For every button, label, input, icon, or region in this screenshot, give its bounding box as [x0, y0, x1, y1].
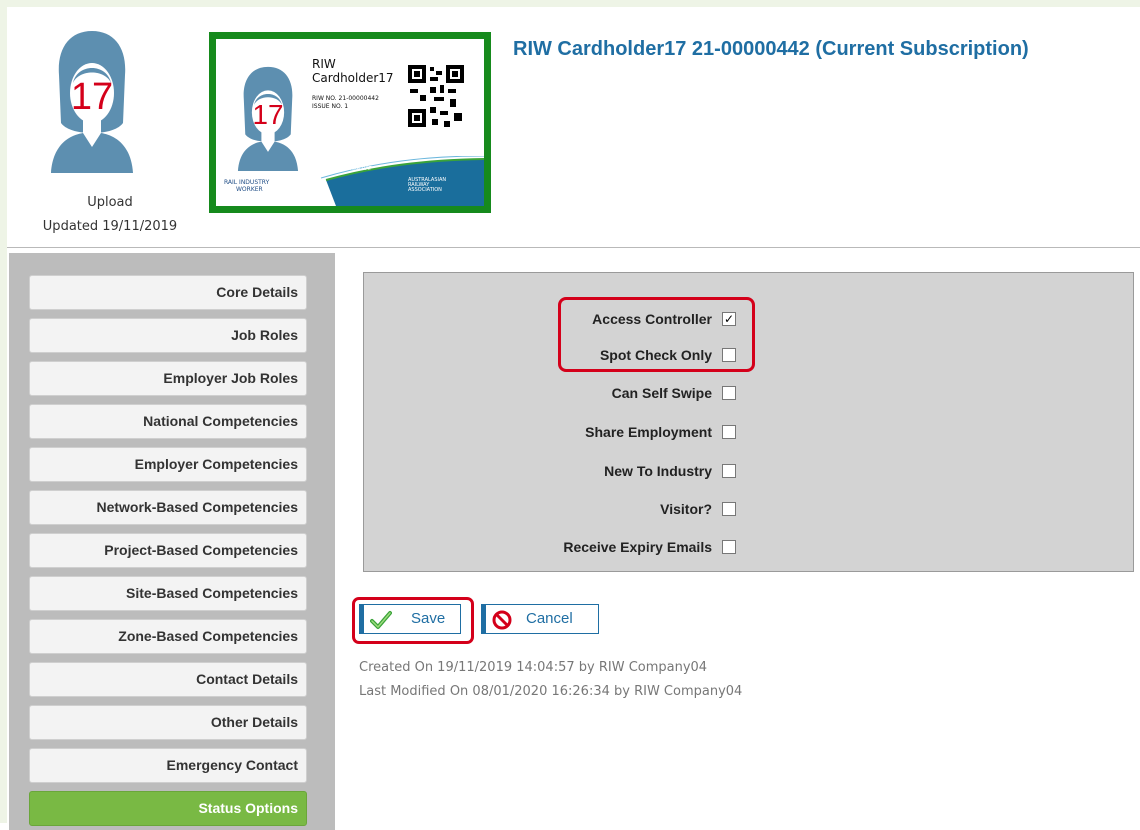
card-riw-no: RIW NO. 21-00000442 [312, 95, 379, 102]
avatar[interactable]: 17 [47, 23, 137, 173]
card-numbers: RIW NO. 21-00000442 ISSUE NO. 1 [312, 95, 379, 111]
cancel-icon [492, 610, 512, 630]
card-holder-name: RIW Cardholder17 [312, 57, 394, 85]
sidebar-item-other-details[interactable]: Other Details [29, 705, 307, 740]
sidebar-item-core-details[interactable]: Core Details [29, 275, 307, 310]
content-area: 17 Upload Updated 19/11/2019 17 RIW Card… [7, 7, 1140, 830]
visitor-checkbox[interactable] [722, 502, 736, 516]
ara-line3: ASSOCIATION [408, 187, 442, 193]
sidebar-item-status-options[interactable]: Status Options [29, 791, 307, 826]
sidebar-item-employer-competencies[interactable]: Employer Competencies [29, 447, 307, 482]
sidebar-nav: Core Details Job Roles Employer Job Role… [9, 253, 335, 830]
option-receive-expiry-emails: Receive Expiry Emails [364, 537, 736, 557]
sidebar-item-site-based-competencies[interactable]: Site-Based Competencies [29, 576, 307, 611]
card-ara-uat: ARA UAT [350, 166, 372, 172]
sidebar-item-employer-job-roles[interactable]: Employer Job Roles [29, 361, 307, 396]
option-share-employment: Share Employment [364, 422, 736, 442]
option-label: Access Controller [592, 311, 712, 327]
save-button-accent [360, 605, 364, 633]
rail-industry-worker-logo: RAIL INDUSTRY WORKER [224, 179, 269, 193]
option-spot-check-only: Spot Check Only [364, 345, 736, 365]
page-frame: 17 Upload Updated 19/11/2019 17 RIW Card… [0, 0, 1140, 830]
cancel-label: Cancel [526, 610, 573, 627]
created-info: Created On 19/11/2019 14:04:57 by RIW Co… [359, 660, 708, 675]
sidebar-item-national-competencies[interactable]: National Competencies [29, 404, 307, 439]
card-photo: 17 [237, 66, 299, 171]
option-new-to-industry: New To Industry [364, 461, 736, 481]
receive-expiry-emails-checkbox[interactable] [722, 540, 736, 554]
page-title: RIW Cardholder17 21-00000442 (Current Su… [513, 38, 1029, 60]
option-label: Share Employment [585, 424, 712, 440]
ara-logo: AUSTRALASIAN RAILWAY ASSOCIATION [408, 178, 446, 193]
option-label: Can Self Swipe [611, 385, 712, 401]
option-label: Receive Expiry Emails [563, 539, 712, 555]
logo-line2: WORKER [236, 186, 263, 193]
share-employment-checkbox[interactable] [722, 425, 736, 439]
avatar-number: 17 [71, 76, 113, 118]
updated-date: Updated 19/11/2019 [42, 219, 178, 234]
modified-info: Last Modified On 08/01/2020 16:26:34 by … [359, 684, 743, 699]
cancel-button[interactable]: Cancel [481, 604, 599, 634]
check-icon [370, 611, 392, 629]
save-button[interactable]: Save [359, 604, 461, 634]
save-label: Save [411, 610, 446, 627]
logo-line1: RAIL INDUSTRY [224, 179, 270, 186]
new-to-industry-checkbox[interactable] [722, 464, 736, 478]
option-label: Visitor? [660, 501, 712, 517]
upload-link[interactable]: Upload [15, 195, 205, 210]
cancel-button-accent [482, 605, 486, 633]
qr-code-icon [406, 63, 466, 129]
sidebar-item-job-roles[interactable]: Job Roles [29, 318, 307, 353]
sidebar-item-zone-based-competencies[interactable]: Zone-Based Competencies [29, 619, 307, 654]
option-can-self-swipe: Can Self Swipe [364, 383, 736, 403]
sidebar-item-emergency-contact[interactable]: Emergency Contact [29, 748, 307, 783]
status-options-panel: Access Controller ✓ Spot Check Only Can … [363, 272, 1134, 572]
header-divider [7, 247, 1140, 248]
can-self-swipe-checkbox[interactable] [722, 386, 736, 400]
id-card-preview: 17 RIW Cardholder17 RIW NO. 21-00000442 … [209, 32, 491, 213]
card-issue-no: ISSUE NO. 1 [312, 103, 349, 110]
profile-photo-block: 17 Upload Updated 19/11/2019 [15, 13, 177, 239]
access-controller-checkbox[interactable]: ✓ [722, 312, 736, 326]
option-visitor: Visitor? [364, 499, 736, 519]
sidebar-item-contact-details[interactable]: Contact Details [29, 662, 307, 697]
option-label: New To Industry [604, 463, 712, 479]
option-label: Spot Check Only [599, 347, 712, 363]
spot-check-only-checkbox[interactable] [722, 348, 736, 362]
sidebar-item-project-based-competencies[interactable]: Project-Based Competencies [29, 533, 307, 568]
card-photo-number: 17 [253, 99, 284, 130]
card-name-line2: Cardholder17 [312, 71, 394, 85]
option-access-controller: Access Controller ✓ [364, 309, 736, 329]
card-name-line1: RIW [312, 57, 336, 71]
sidebar-item-network-based-competencies[interactable]: Network-Based Competencies [29, 490, 307, 525]
